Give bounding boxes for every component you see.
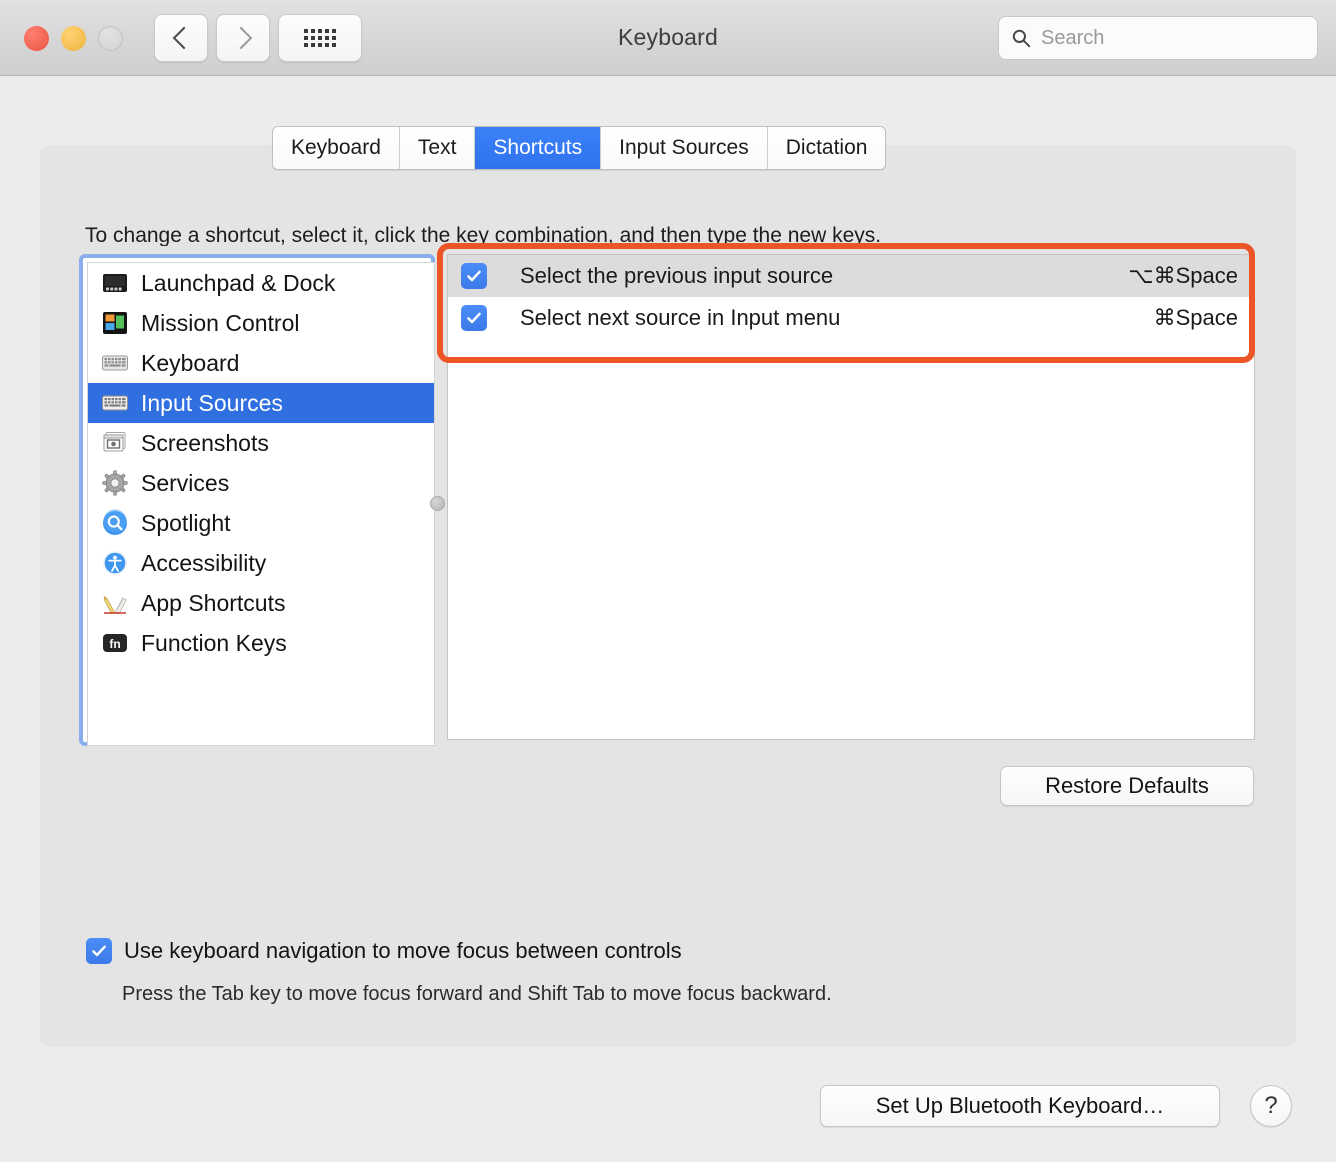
set-up-bluetooth-keyboard-button[interactable]: Set Up Bluetooth Keyboard… bbox=[820, 1085, 1220, 1127]
keyboard-navigation-label: Use keyboard navigation to move focus be… bbox=[124, 938, 682, 963]
checkmark-icon bbox=[92, 945, 106, 957]
sidebar-item-label: App Shortcuts bbox=[141, 589, 286, 616]
titlebar: Keyboard Search bbox=[0, 0, 1336, 76]
sidebar-item-keyboard[interactable]: Keyboard bbox=[88, 343, 434, 383]
tab-shortcuts[interactable]: Shortcuts bbox=[475, 127, 602, 169]
instruction-text: To change a shortcut, select it, click t… bbox=[85, 224, 882, 246]
keyboard-navigation-note: Press the Tab key to move focus forward … bbox=[122, 983, 832, 1005]
sidebar-item-launchpad-dock[interactable]: Launchpad & Dock bbox=[88, 263, 434, 303]
search-field[interactable]: Search bbox=[998, 16, 1318, 60]
sidebar-item-label: Launchpad & Dock bbox=[141, 269, 336, 296]
app-shortcuts-icon bbox=[103, 595, 127, 615]
checkmark-icon bbox=[467, 270, 481, 282]
shortcut-row-next-source-input-menu[interactable]: Select next source in Input menu ⌘Space bbox=[448, 297, 1254, 339]
sidebar-item-spotlight[interactable]: Spotlight bbox=[88, 503, 434, 543]
sidebar-item-label: Services bbox=[141, 469, 230, 496]
spotlight-icon bbox=[103, 509, 127, 535]
keyboard-navigation-checkbox[interactable] bbox=[86, 938, 112, 964]
sidebar-item-label: Mission Control bbox=[141, 309, 300, 336]
keyboard-icon bbox=[102, 355, 128, 371]
shortcut-label: Select next source in Input menu bbox=[520, 305, 841, 330]
sidebar-item-mission-control[interactable]: Mission Control bbox=[88, 303, 434, 343]
sidebar-item-input-sources[interactable]: Input Sources bbox=[88, 383, 434, 423]
tab-keyboard[interactable]: Keyboard bbox=[273, 127, 400, 169]
keyboard-preferences-window: Keyboard Search Keyboard Text Shortcuts … bbox=[0, 0, 1336, 1162]
accessibility-icon bbox=[103, 551, 127, 575]
search-icon bbox=[1012, 29, 1031, 48]
input-sources-icon bbox=[102, 395, 128, 411]
sidebar-item-accessibility[interactable]: Accessibility bbox=[88, 543, 434, 583]
launchpad-dock-icon bbox=[103, 274, 127, 292]
tab-bar: Keyboard Text Shortcuts Input Sources Di… bbox=[272, 126, 887, 170]
sidebar-item-label: Screenshots bbox=[141, 429, 269, 456]
sidebar-item-label: Function Keys bbox=[141, 629, 287, 656]
shortcut-checkbox[interactable] bbox=[461, 263, 487, 289]
category-list-focus-ring: Launchpad & Dock Mission Control Keyboar… bbox=[79, 254, 435, 746]
sidebar-item-label: Keyboard bbox=[141, 349, 240, 376]
search-placeholder: Search bbox=[1041, 26, 1105, 49]
tab-dictation[interactable]: Dictation bbox=[767, 127, 886, 169]
help-button[interactable]: ? bbox=[1250, 1085, 1292, 1127]
shortcut-checkbox[interactable] bbox=[461, 305, 487, 331]
shortcut-list[interactable]: Select the previous input source ⌥⌘Space… bbox=[447, 254, 1255, 740]
keyboard-navigation-checkbox-row[interactable]: Use keyboard navigation to move focus be… bbox=[86, 938, 682, 964]
shortcut-label: Select the previous input source bbox=[520, 263, 834, 288]
sidebar-item-app-shortcuts[interactable]: App Shortcuts bbox=[88, 583, 434, 623]
sidebar-item-label: Accessibility bbox=[141, 549, 267, 576]
tab-text[interactable]: Text bbox=[399, 127, 476, 169]
checkmark-icon bbox=[467, 312, 481, 324]
category-list[interactable]: Launchpad & Dock Mission Control Keyboar… bbox=[87, 262, 435, 746]
mission-control-icon bbox=[103, 312, 127, 334]
tab-input-sources[interactable]: Input Sources bbox=[601, 127, 768, 169]
restore-defaults-button[interactable]: Restore Defaults bbox=[1000, 766, 1254, 806]
services-gear-icon bbox=[102, 470, 128, 496]
sidebar-item-label: Spotlight bbox=[141, 509, 231, 536]
sidebar-item-function-keys[interactable]: fn Function Keys bbox=[88, 623, 434, 663]
shortcut-key-combo[interactable]: ⌘Space bbox=[1154, 305, 1254, 331]
screenshots-icon bbox=[103, 432, 126, 452]
shortcut-row-previous-input-source[interactable]: Select the previous input source ⌥⌘Space bbox=[448, 255, 1254, 297]
sidebar-item-services[interactable]: Services bbox=[88, 463, 434, 503]
sidebar-item-screenshots[interactable]: Screenshots bbox=[88, 423, 434, 463]
sidebar-item-label: Input Sources bbox=[141, 389, 283, 416]
svg-text:fn: fn bbox=[109, 637, 120, 651]
shortcut-key-combo[interactable]: ⌥⌘Space bbox=[1128, 263, 1254, 289]
function-keys-icon: fn bbox=[103, 634, 127, 652]
pane-splitter-handle[interactable] bbox=[430, 496, 445, 511]
